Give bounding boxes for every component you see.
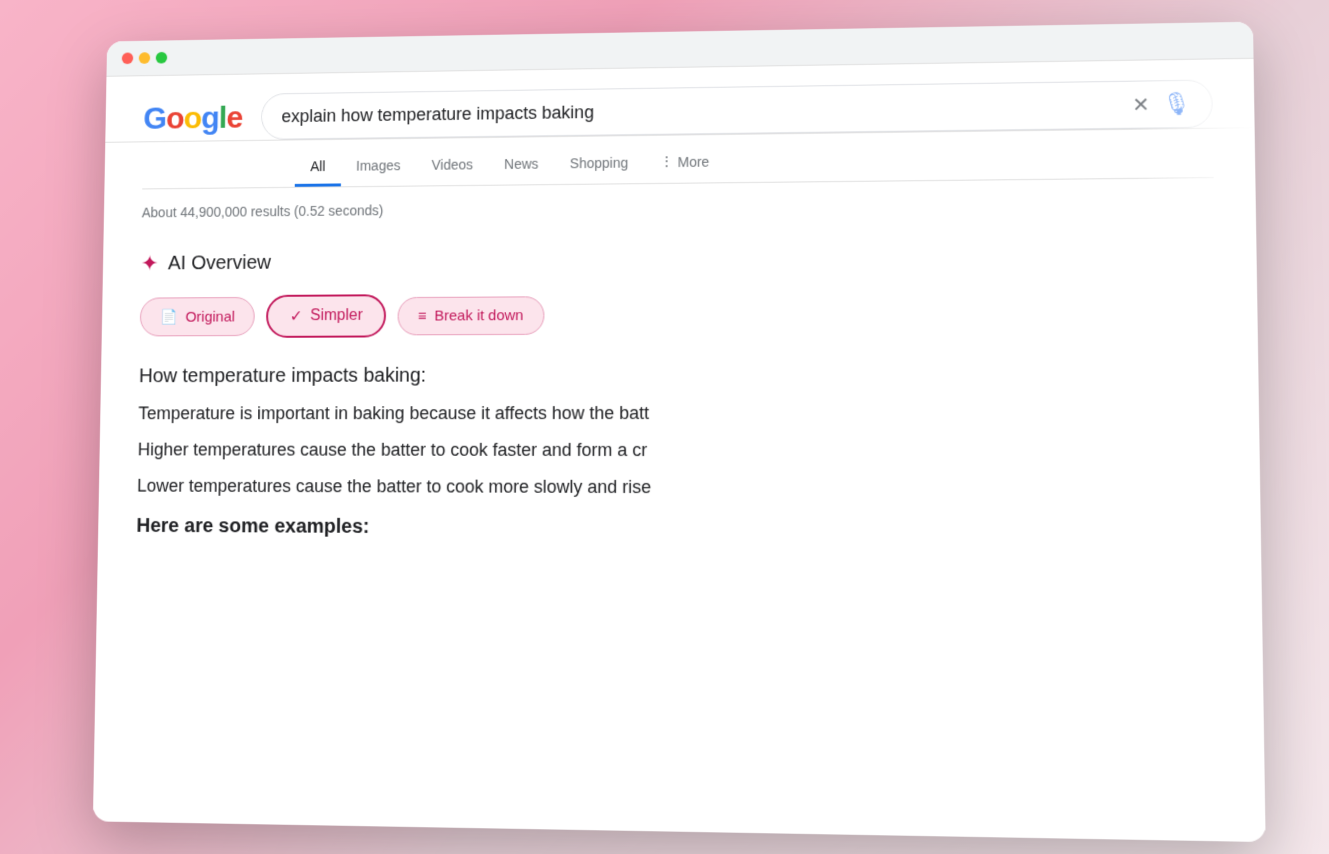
list-icon: ≡ xyxy=(418,307,427,324)
tab-news[interactable]: News xyxy=(488,145,554,185)
search-icons: ✕ 🎙 xyxy=(1132,91,1191,118)
search-bar-wrapper: explain how temperature impacts baking ✕… xyxy=(261,79,1213,139)
ai-paragraph-1: Temperature is important in baking becau… xyxy=(138,398,1217,427)
logo-letter-g2: g xyxy=(200,99,218,134)
tab-all[interactable]: All xyxy=(294,148,340,187)
close-button[interactable] xyxy=(121,52,133,64)
more-dots-icon: ⋮ xyxy=(659,153,673,170)
ai-content-heading: How temperature impacts baking: xyxy=(138,363,1216,388)
ai-content: How temperature impacts baking: Temperat… xyxy=(135,363,1218,564)
ai-overview-title: AI Overview xyxy=(167,252,270,275)
ai-overview-section: ✦ AI Overview 📄 Original ✓ Simpler ≡ Bre… xyxy=(97,226,1261,581)
logo-letter-e: e xyxy=(226,99,243,134)
ai-paragraph-2: Higher temperatures cause the batter to … xyxy=(137,436,1217,466)
search-bar[interactable]: explain how temperature impacts baking ✕… xyxy=(261,79,1213,139)
check-icon: ✓ xyxy=(289,306,302,326)
sparkle-icon: ✦ xyxy=(140,251,158,276)
tab-images[interactable]: Images xyxy=(340,147,416,187)
tab-videos[interactable]: Videos xyxy=(415,146,488,186)
ai-paragraph-3: Lower temperatures cause the batter to c… xyxy=(136,472,1217,504)
simpler-button[interactable]: ✓ Simpler xyxy=(266,294,386,338)
logo-letter-o2: o xyxy=(183,100,201,135)
content-area: Google explain how temperature impacts b… xyxy=(93,59,1265,831)
ai-overview-header: ✦ AI Overview xyxy=(140,243,1214,277)
search-query-text: explain how temperature impacts baking xyxy=(281,102,594,127)
microphone-icon[interactable]: 🎙 xyxy=(1161,91,1190,117)
tab-more[interactable]: ⋮ More xyxy=(643,143,724,183)
ai-subheading: Here are some examples: xyxy=(136,515,1219,543)
original-icon: 📄 xyxy=(159,308,177,326)
search-tabs: All Images Videos News Shopping ⋮ More xyxy=(104,136,1255,189)
ai-mode-buttons: 📄 Original ✓ Simpler ≡ Break it down xyxy=(139,289,1215,338)
minimize-button[interactable] xyxy=(138,52,150,64)
tab-shopping[interactable]: Shopping xyxy=(554,144,644,184)
original-button[interactable]: 📄 Original xyxy=(139,297,255,336)
logo-letter-o1: o xyxy=(165,100,183,135)
clear-search-icon[interactable]: ✕ xyxy=(1132,92,1150,117)
browser-window: Google explain how temperature impacts b… xyxy=(92,22,1265,842)
fade-bottom-overlay xyxy=(93,731,1265,831)
break-it-down-button[interactable]: ≡ Break it down xyxy=(397,296,544,335)
window-controls xyxy=(121,52,166,64)
logo-letter-g: G xyxy=(143,100,166,135)
maximize-button[interactable] xyxy=(155,52,167,64)
google-logo: Google xyxy=(143,99,242,136)
